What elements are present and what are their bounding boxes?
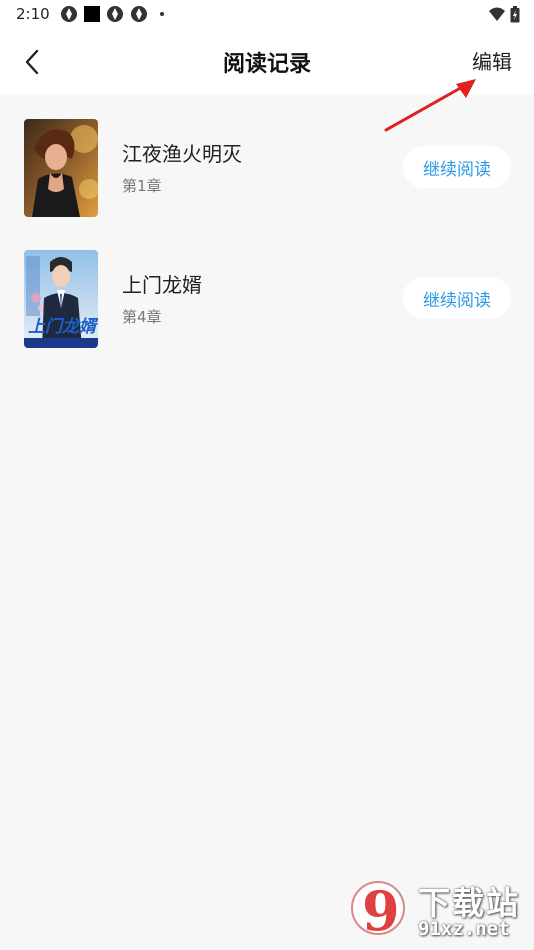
book-title: 上门龙婿 bbox=[122, 273, 202, 297]
edit-button[interactable]: 编辑 bbox=[472, 46, 512, 75]
book-title: 江夜渔火明灭 bbox=[122, 142, 242, 166]
notification-square-icon bbox=[84, 6, 100, 22]
continue-reading-button[interactable]: 继续阅读 bbox=[403, 277, 511, 319]
book-cover[interactable] bbox=[24, 119, 98, 217]
system-icons bbox=[488, 5, 520, 23]
watermark-logo: 9 下载站 91xz.net bbox=[348, 878, 528, 948]
cover-illustration: 上门龙婿 bbox=[24, 250, 98, 348]
annotation-arrow-icon bbox=[384, 79, 476, 132]
book-chapter: 第4章 bbox=[122, 308, 162, 326]
notification-icons bbox=[60, 5, 164, 23]
watermark-logo-glyph: 9 bbox=[362, 879, 400, 943]
wifi-icon bbox=[489, 7, 505, 21]
watermark-site: 91xz.net bbox=[418, 918, 510, 940]
nine-logo-icon: 9 bbox=[351, 879, 405, 943]
more-notifications-dot bbox=[160, 12, 164, 16]
book-chapter: 第1章 bbox=[122, 177, 162, 195]
continue-reading-button[interactable]: 继续阅读 bbox=[403, 146, 511, 188]
cover-illustration bbox=[24, 119, 98, 217]
battery-icon bbox=[510, 5, 520, 22]
status-bar: 2:10 bbox=[0, 0, 534, 30]
cover-title-text: 上门龙婿 bbox=[28, 317, 98, 337]
aperture-icon bbox=[107, 6, 123, 22]
status-time: 2:10 bbox=[16, 5, 50, 23]
book-item[interactable]: 上门龙婿 上门龙婿 第4章 继续阅读 bbox=[0, 225, 534, 356]
aperture-icon bbox=[131, 6, 147, 22]
aperture-icon bbox=[61, 6, 77, 22]
book-cover[interactable]: 上门龙婿 bbox=[24, 250, 98, 348]
